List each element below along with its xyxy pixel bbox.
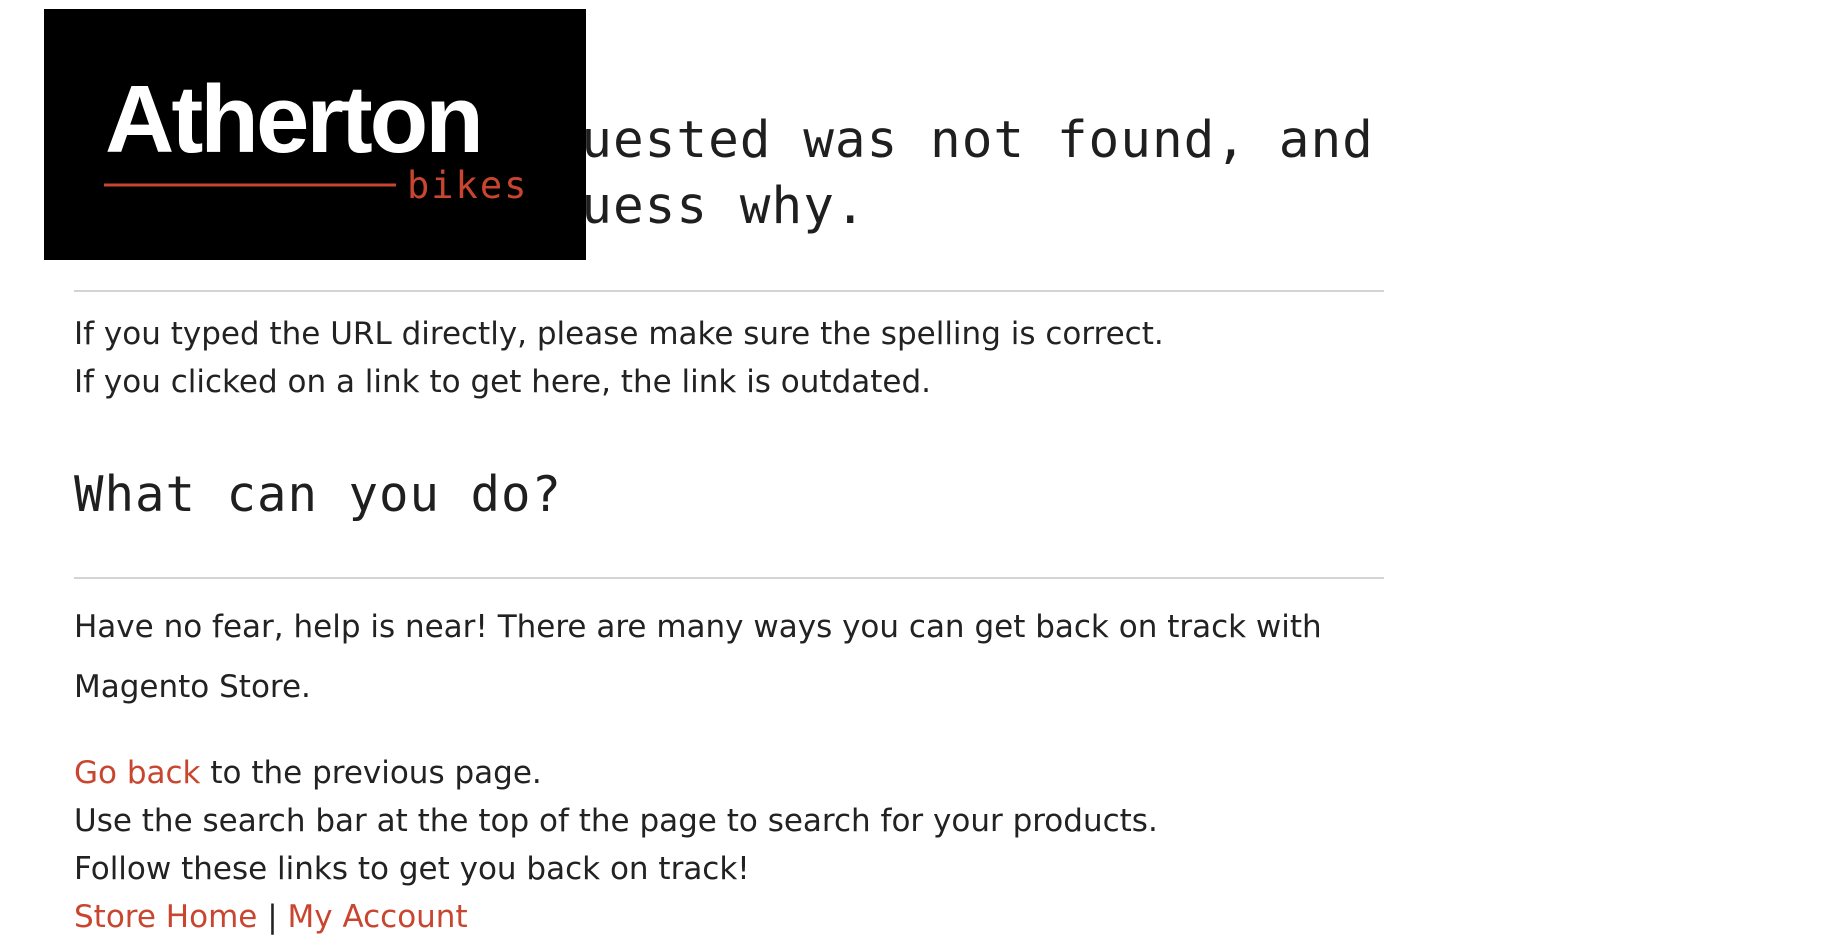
follow-text: Follow these links to get you back on tr… [74, 851, 750, 887]
go-back-item: Go back to the previous page. [74, 749, 1158, 797]
reason-item: If you clicked on a link to get here, th… [74, 364, 932, 400]
atherton-bikes-logo[interactable]: Atherton bikes [44, 9, 586, 260]
quick-links: Store Home | My Account [74, 893, 1158, 941]
logo-brand-text: Atherton [105, 66, 481, 173]
search-hint: Use the search bar at the top of the pag… [74, 803, 1158, 839]
reason-item: If you typed the URL directly, please ma… [74, 316, 1164, 352]
actions-list: Go back to the previous page. Use the se… [74, 749, 1158, 941]
divider [74, 290, 1384, 292]
logo-graphic: Atherton bikes [44, 9, 586, 260]
divider [74, 577, 1384, 579]
logo-sub-text: bikes [407, 164, 528, 207]
reasons-list: If you typed the URL directly, please ma… [74, 310, 1164, 406]
what-can-you-do-heading: What can you do? [74, 466, 563, 523]
go-back-link[interactable]: Go back [74, 755, 201, 791]
help-text: Have no fear, help is near! There are ma… [74, 609, 1322, 705]
go-back-rest: to the previous page. [200, 755, 542, 791]
